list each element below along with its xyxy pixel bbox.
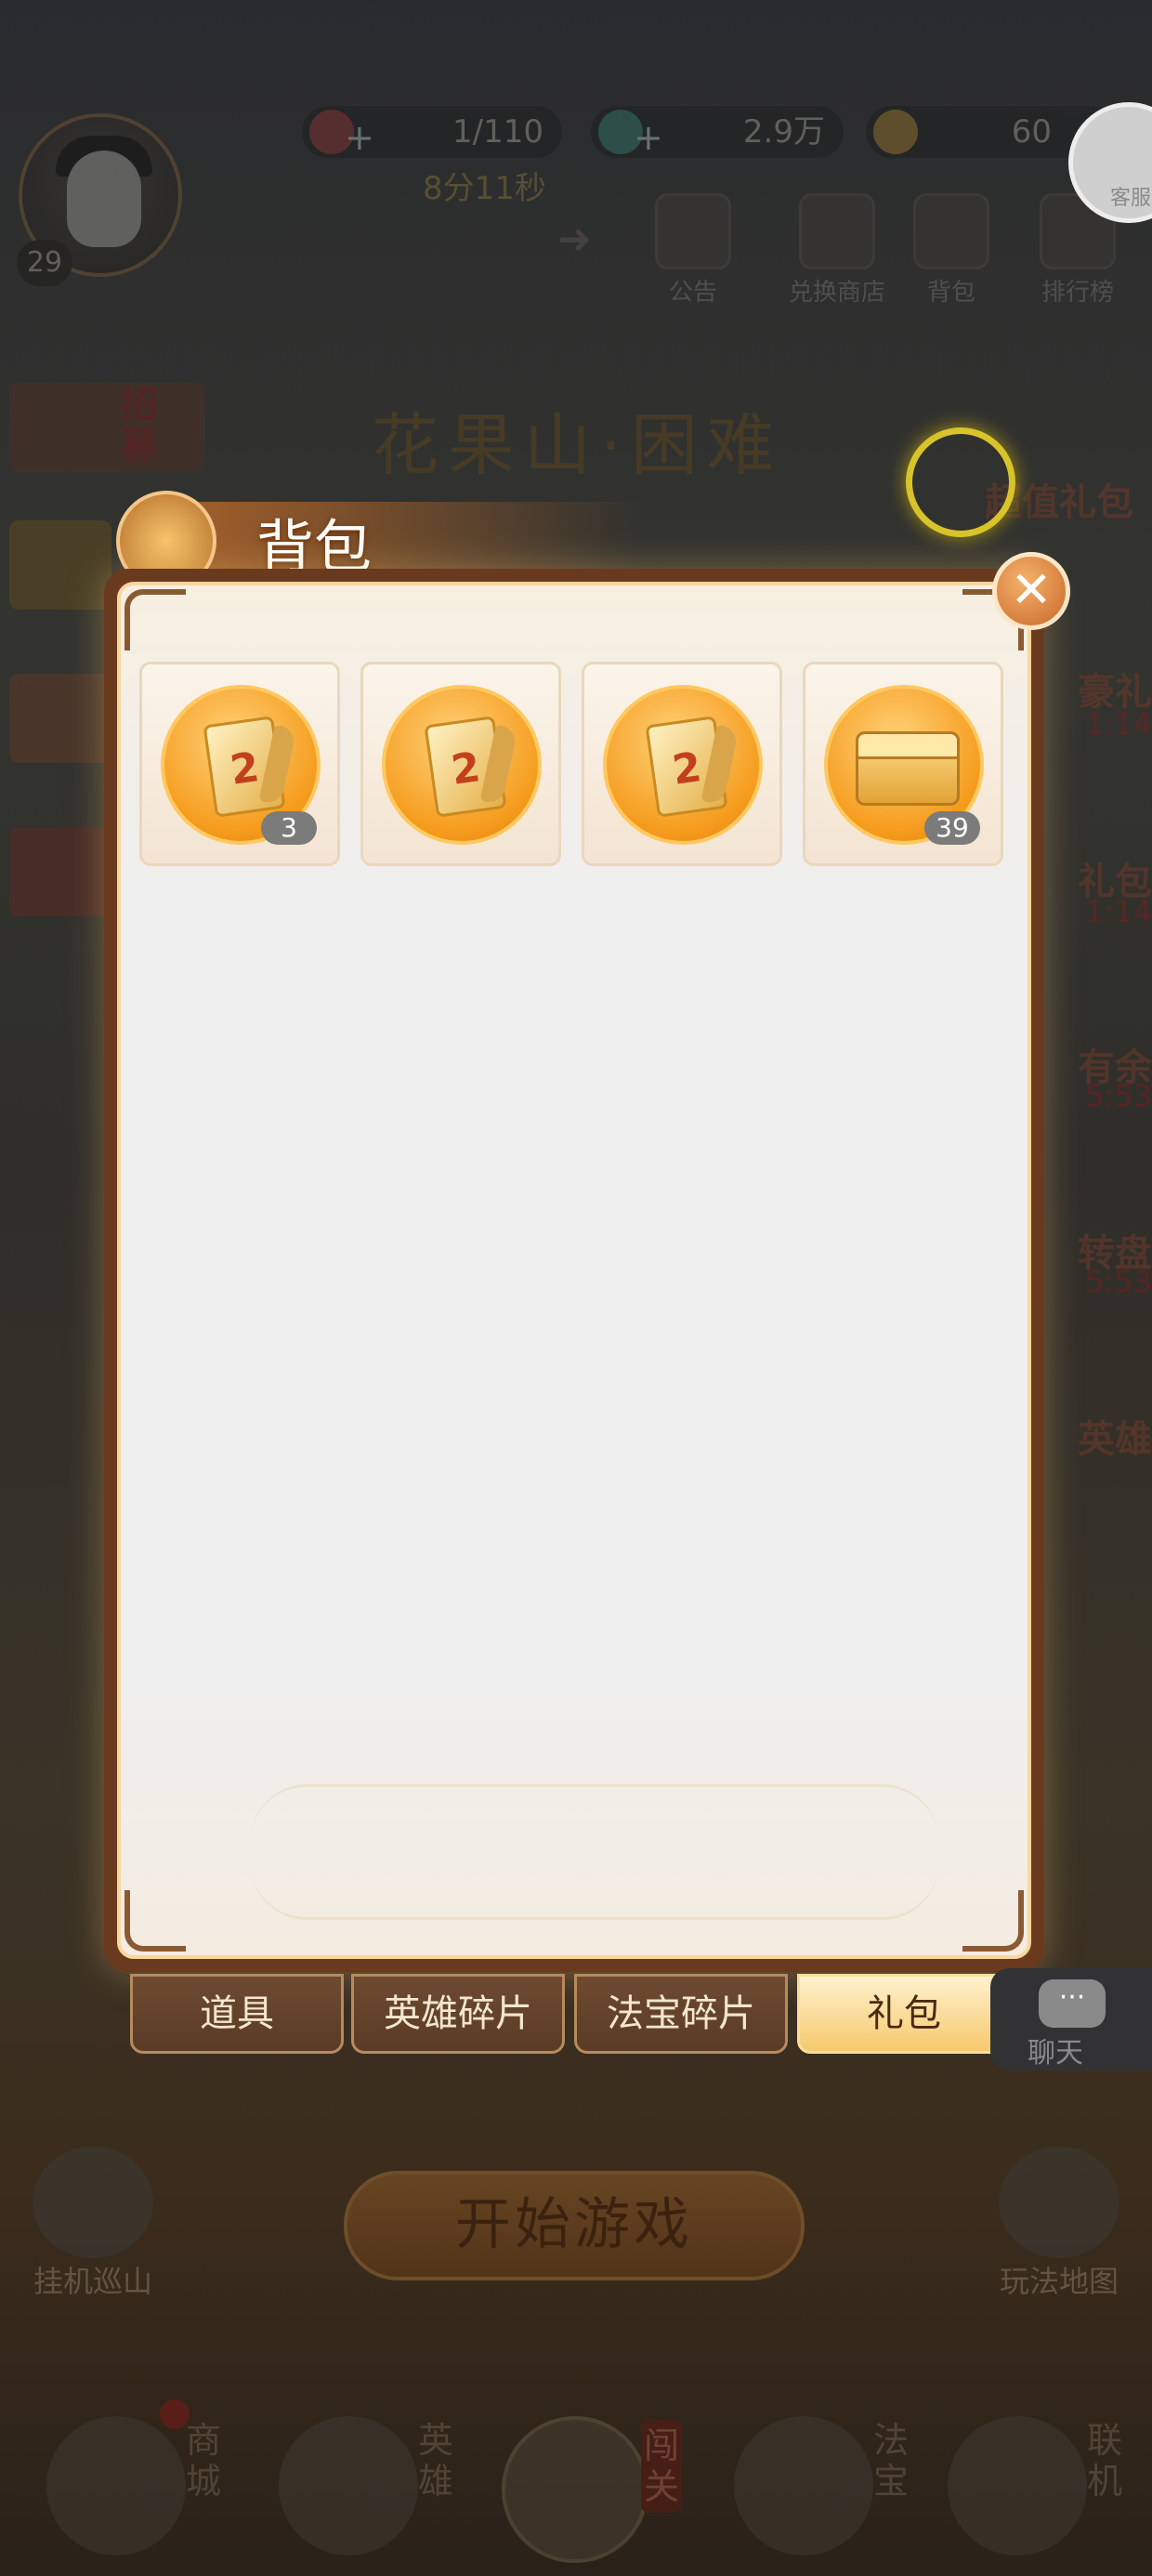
nav-backpack-label: 背包: [926, 279, 975, 307]
gem-bar[interactable]: + 2.9万: [591, 106, 844, 158]
chat-bubble-icon: ···: [1039, 1979, 1106, 2028]
customer-support-label: 客服: [1110, 187, 1152, 210]
tab-hero-fragments[interactable]: 英雄碎片: [351, 1974, 565, 2054]
backpack-icon: [913, 193, 989, 269]
chat-label: 聊天: [1028, 2037, 1083, 2070]
corner-ornament: [124, 589, 186, 651]
play-map-icon: [999, 2147, 1119, 2258]
gift-highlight-ring: [906, 427, 1015, 537]
nav-backpack[interactable]: 背包: [896, 193, 1007, 308]
recruit-button[interactable]: 招募: [9, 383, 204, 472]
corner-ornament: [124, 1890, 186, 1952]
add-stamina-icon[interactable]: +: [345, 115, 374, 160]
player-level-badge: 29: [17, 240, 72, 286]
shop-house-icon: [46, 2416, 186, 2556]
item-slot[interactable]: 2 3: [139, 662, 340, 866]
nav-announcement-label: 公告: [668, 279, 717, 307]
bottom-nav-treasure[interactable]: 法宝: [725, 2388, 938, 2556]
right-item-timer-1: 1:14: [1085, 706, 1152, 742]
side-event-button-1[interactable]: [9, 520, 111, 610]
start-game-button[interactable]: 开始游戏: [344, 2171, 805, 2280]
bottom-nav: 商城 英雄 闯关 法宝 联机: [0, 2360, 1152, 2576]
item-count-badge: 3: [261, 811, 317, 845]
shop-icon: [799, 193, 875, 269]
coin-value: 60: [1011, 113, 1052, 151]
item-orb: 2: [603, 685, 763, 845]
side-event-button-3[interactable]: [9, 827, 111, 916]
corner-ornament: [962, 1890, 1024, 1952]
chest-lid: [856, 731, 960, 759]
bottom-nav-stage[interactable]: 闯关: [492, 2388, 706, 2563]
treasure-gourd-icon: [734, 2416, 873, 2556]
item-orb: 2: [382, 685, 542, 845]
coin-icon: [873, 110, 918, 154]
stage-title: 花果山·困难: [372, 406, 783, 484]
gem-value: 2.9万: [742, 113, 825, 151]
bottom-nav-shop-label: 商城: [186, 2420, 222, 2502]
nav-announcement[interactable]: 公告: [637, 193, 749, 308]
stamina-value: 1/110: [452, 113, 543, 151]
bottom-nav-shop[interactable]: 商城: [37, 2388, 251, 2556]
nav-exchange-shop-label: 兑换商店: [788, 279, 885, 307]
right-item-timer-4: 5:53: [1085, 1264, 1152, 1299]
right-item-timer-3: 5:53: [1085, 1078, 1152, 1113]
tab-items[interactable]: 道具: [130, 1974, 344, 2054]
idle-patrol-button[interactable]: 挂机巡山: [0, 2147, 186, 2301]
idle-patrol-icon: [33, 2147, 153, 2258]
bottom-nav-hero[interactable]: 英雄: [269, 2388, 483, 2556]
hero-icon: [279, 2416, 418, 2556]
add-gem-icon[interactable]: +: [634, 115, 663, 160]
notice-board-icon: [655, 193, 731, 269]
crossed-weapons-icon: [502, 2416, 648, 2563]
close-button[interactable]: ✕: [992, 552, 1070, 630]
item-slot[interactable]: 2: [582, 662, 782, 866]
side-event-button-2[interactable]: [9, 674, 111, 763]
treasure-chest-icon: [856, 731, 960, 806]
right-item-label-5[interactable]: 英雄: [1078, 1409, 1152, 1463]
item-count-badge: 39: [924, 811, 980, 845]
avatar-face: [67, 151, 141, 247]
play-map-label: 玩法地图: [999, 2264, 1119, 2299]
tab-treasure-fragments[interactable]: 法宝碎片: [574, 1974, 788, 2054]
shop-notification-dot: [160, 2399, 190, 2429]
recruit-label: 招募: [121, 384, 158, 467]
play-map-button[interactable]: 玩法地图: [966, 2147, 1152, 2301]
right-item-timer-2: 1:14: [1085, 894, 1152, 929]
item-slot[interactable]: 2: [360, 662, 561, 866]
collapse-arrow-icon[interactable]: ➜: [557, 216, 592, 263]
stamina-timer: 8分11秒: [423, 170, 546, 207]
bottom-nav-multiplayer[interactable]: 联机: [938, 2388, 1152, 2556]
cloud-decoration: [251, 1784, 938, 1920]
idle-patrol-label: 挂机巡山: [33, 2264, 152, 2299]
item-slot[interactable]: 39: [803, 662, 1003, 866]
tab-gift-packs[interactable]: 礼包: [797, 1974, 1011, 2054]
stamina-bar[interactable]: + 1/110: [302, 106, 562, 158]
bottom-nav-treasure-label: 法宝: [873, 2420, 910, 2502]
bottom-nav-stage-label: 闯关: [641, 2420, 682, 2513]
bottom-nav-multiplayer-label: 联机: [1087, 2420, 1123, 2502]
chat-button[interactable]: ··· 聊天: [990, 1968, 1152, 2070]
nav-exchange-shop[interactable]: 兑换商店: [767, 193, 907, 308]
multiplayer-icon: [948, 2416, 1087, 2556]
bottom-nav-hero-label: 英雄: [418, 2420, 454, 2502]
nav-ranking-label: 排行榜: [1041, 279, 1114, 307]
